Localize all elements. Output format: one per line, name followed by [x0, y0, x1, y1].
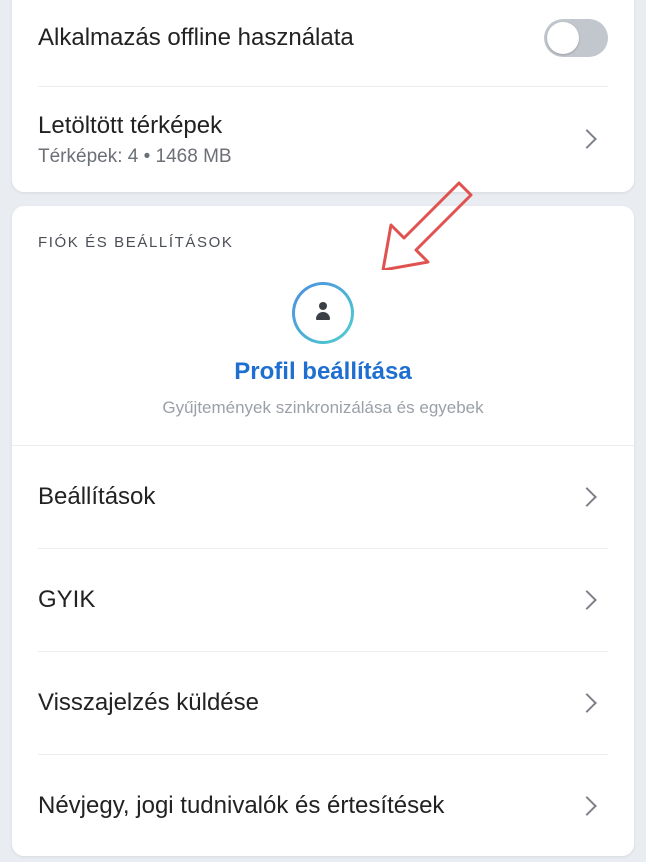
downloaded-maps-label: Letöltött térképek: [38, 111, 223, 139]
section-header: FIÓK ÉS BEÁLLÍTÁSOK: [38, 234, 234, 251]
chevron-right-icon: [577, 693, 597, 713]
menu-item-label: Visszajelzés küldése: [38, 689, 260, 716]
offline-mode-row[interactable]: Alkalmazás offline használata: [12, 0, 634, 76]
menu-item-settings[interactable]: Beállítások: [12, 446, 634, 548]
annotation-arrow-icon: [381, 181, 473, 270]
menu-item-feedback[interactable]: Visszajelzés küldése: [12, 652, 634, 754]
menu-item-label: Névjegy, jogi tudnivalók és értesítések: [38, 792, 445, 819]
avatar[interactable]: [292, 282, 354, 344]
account-settings-card: FIÓK ÉS BEÁLLÍTÁSOK Profil beállítása Gy…: [12, 206, 634, 856]
toggle-knob: [547, 22, 579, 54]
chevron-right-icon: [577, 129, 597, 149]
profile-setup-link[interactable]: Profil beállítása: [12, 358, 634, 386]
downloaded-maps-row[interactable]: Letöltött térképek Térképek: 4 • 1468 MB: [12, 87, 634, 192]
downloaded-maps-summary: Térképek: 4 • 1468 MB: [38, 145, 232, 167]
menu-item-faq[interactable]: GYIK: [12, 549, 634, 651]
offline-mode-toggle[interactable]: [544, 19, 608, 57]
menu-item-about[interactable]: Névjegy, jogi tudnivalók és értesítések: [12, 755, 634, 856]
chevron-right-icon: [577, 487, 597, 507]
chevron-right-icon: [577, 590, 597, 610]
offline-card: Alkalmazás offline használata Letöltött …: [12, 0, 634, 192]
chevron-right-icon: [577, 796, 597, 816]
profile-setup-subtitle: Gyűjtemények szinkronizálása és egyebek: [162, 398, 484, 417]
menu-item-label: Beállítások: [38, 483, 156, 510]
offline-mode-label: Alkalmazás offline használata: [38, 24, 354, 51]
menu-item-label: GYIK: [38, 586, 96, 613]
person-icon: [319, 302, 327, 310]
